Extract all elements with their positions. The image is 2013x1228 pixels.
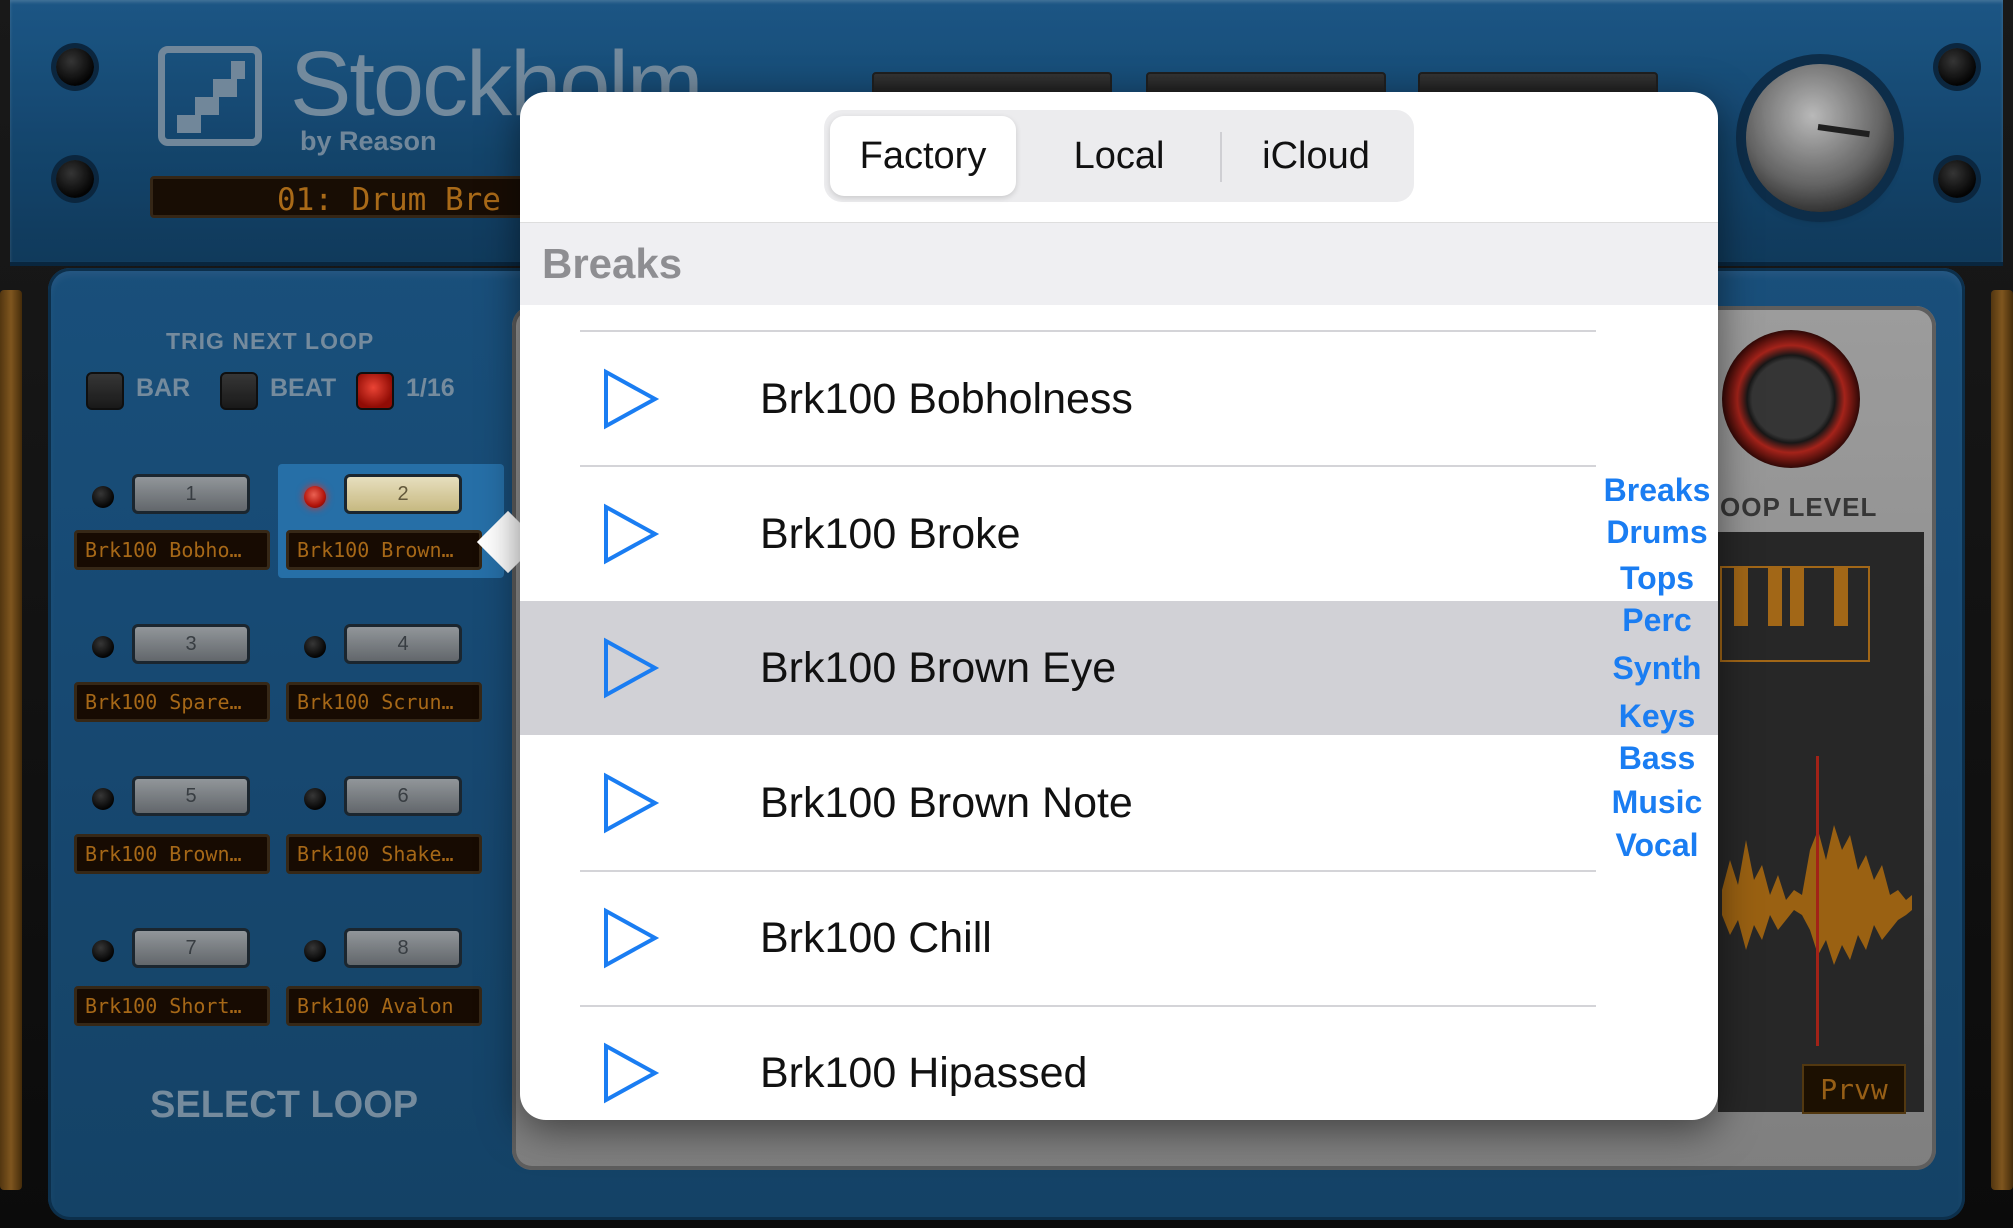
list-item[interactable]: Brk100 Broke [520, 467, 1718, 601]
tab-icloud[interactable]: iCloud [1224, 116, 1408, 196]
index-drums[interactable]: Drums [1596, 514, 1718, 551]
source-segmented-control: Factory Local iCloud [824, 110, 1414, 202]
list-item-name: Brk100 Broke [760, 510, 1021, 558]
list-item[interactable]: Brk100 Bobholness [520, 332, 1718, 466]
list-item[interactable]: Brk100 Chill [520, 871, 1718, 1005]
tab-factory[interactable]: Factory [830, 116, 1016, 196]
play-icon[interactable] [600, 368, 660, 430]
list-item-name: Brk100 Bobholness [760, 375, 1133, 423]
index-vocal[interactable]: Vocal [1596, 827, 1718, 864]
play-icon[interactable] [600, 503, 660, 565]
index-music[interactable]: Music [1596, 784, 1718, 821]
index-tops[interactable]: Tops [1596, 560, 1718, 597]
play-icon[interactable] [600, 1042, 660, 1104]
index-bass[interactable]: Bass [1596, 740, 1718, 777]
index-synth[interactable]: Synth [1596, 650, 1718, 687]
play-icon[interactable] [600, 907, 660, 969]
play-icon[interactable] [600, 772, 660, 834]
app-window: Stockholm by Reason 01: Drum Bre TRIG NE… [0, 0, 2013, 1228]
list-item-name: Brk100 Brown Note [760, 779, 1133, 827]
section-header-title: Breaks [542, 240, 683, 287]
list-item-name: Brk100 Brown Eye [760, 644, 1117, 692]
list-item[interactable]: Brk100 Brown Note [520, 736, 1718, 870]
loop-browser-popover: Factory Local iCloud Breaks Brk100 Bobho… [520, 92, 1718, 1120]
list-item-name: Brk100 Chill [760, 914, 992, 962]
segment-divider [1220, 132, 1222, 182]
play-icon[interactable] [600, 637, 660, 699]
tab-local[interactable]: Local [1024, 116, 1214, 196]
section-header: Breaks [520, 223, 1718, 305]
index-perc[interactable]: Perc [1596, 602, 1718, 639]
index-keys[interactable]: Keys [1596, 698, 1718, 735]
list-item-highlighted[interactable]: Brk100 Brown Eye [520, 601, 1718, 735]
loop-list[interactable]: Brk100 Bobholness Brk100 Broke Brk100 Br… [520, 305, 1718, 1120]
index-breaks[interactable]: Breaks [1596, 472, 1718, 509]
list-item-name: Brk100 Hipassed [760, 1049, 1088, 1097]
list-item[interactable]: Brk100 Hipassed [520, 1006, 1718, 1120]
